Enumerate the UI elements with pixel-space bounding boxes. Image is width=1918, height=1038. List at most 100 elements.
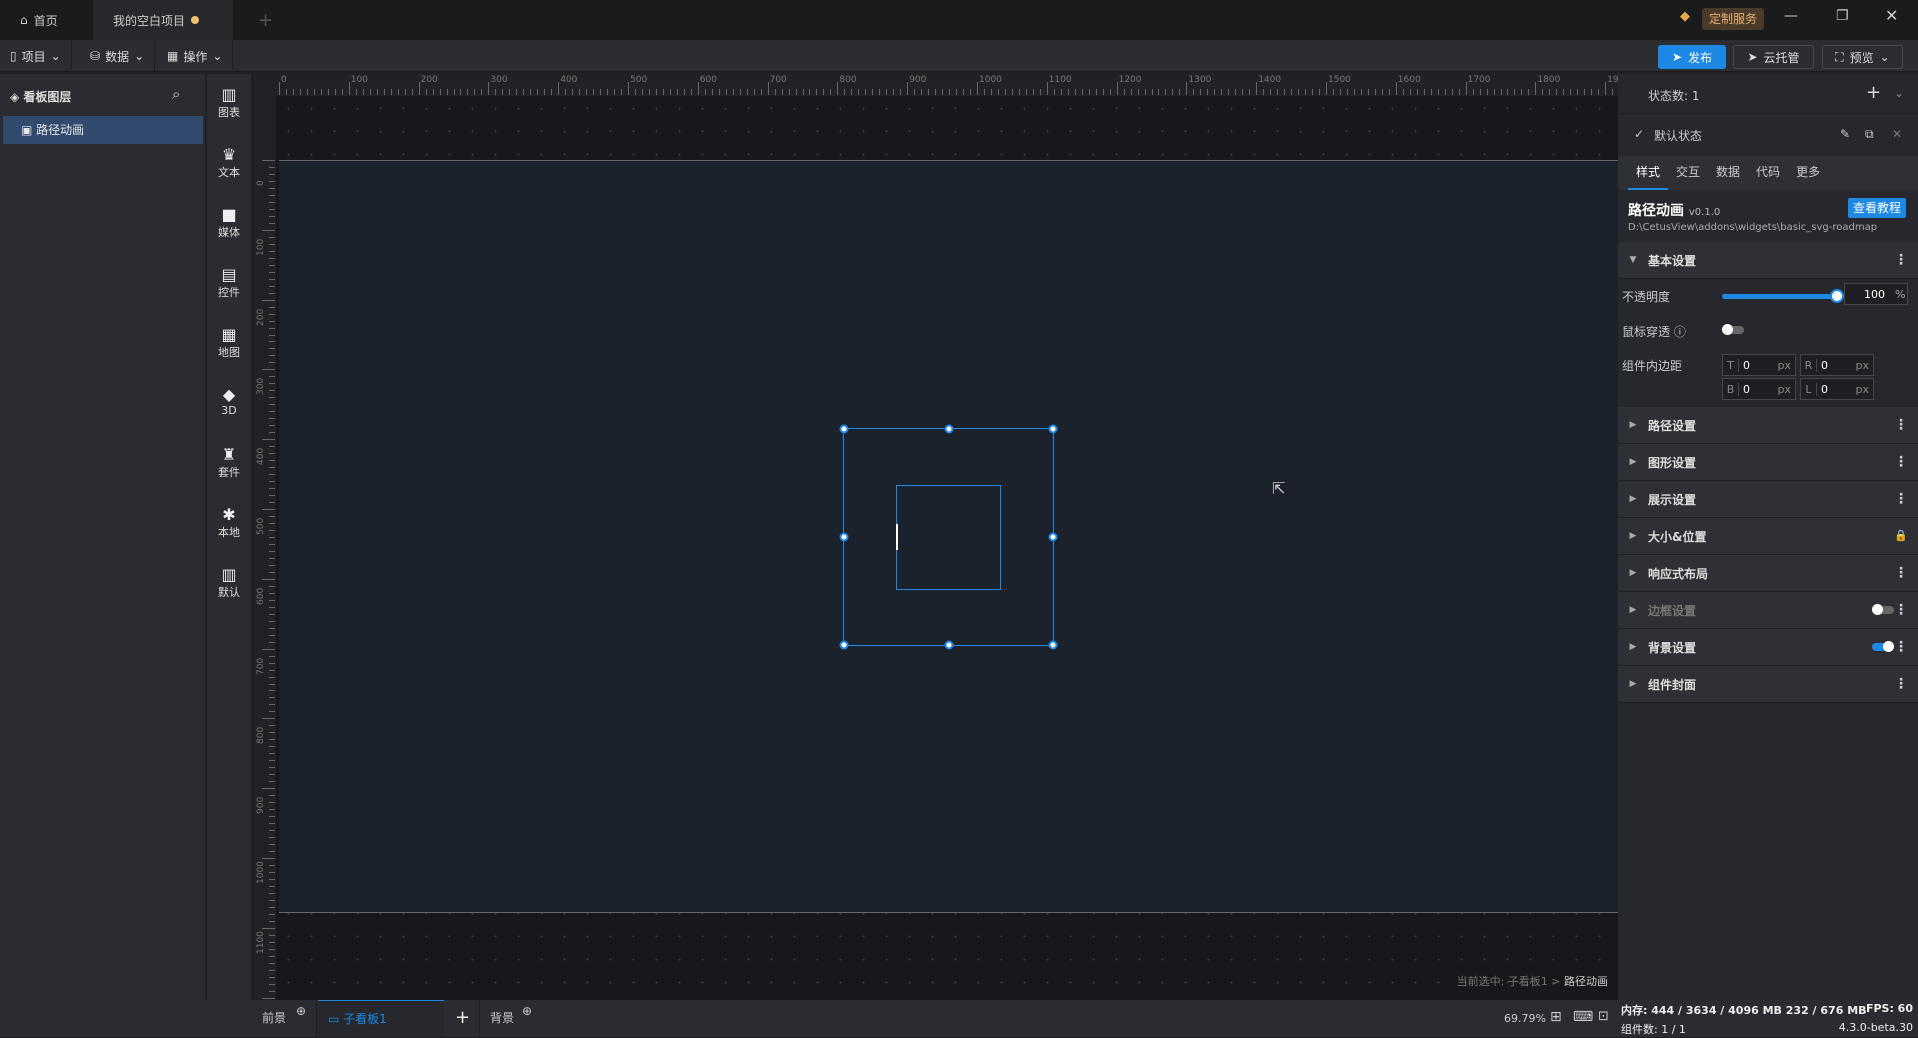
opacity-slider[interactable] xyxy=(1722,289,1844,303)
section-basic[interactable]: ▼ 基本设置 ⋮ xyxy=(1618,242,1918,279)
zoom-level[interactable]: 69.79% xyxy=(1504,1012,1546,1025)
restore-button[interactable]: ❐ xyxy=(1836,8,1849,24)
ruler-tick xyxy=(1053,89,1055,95)
add-circle-icon[interactable]: ⊕ xyxy=(296,993,306,1030)
lock-icon[interactable]: 🔒 xyxy=(1894,527,1908,545)
new-tab-button[interactable]: + xyxy=(238,0,293,40)
ruler-tick xyxy=(269,641,275,643)
tab-4[interactable]: 更多 xyxy=(1788,156,1828,190)
tab-home[interactable]: ⌂ 首页 xyxy=(0,0,93,40)
resize-handle[interactable] xyxy=(1048,424,1058,434)
palette-item-7[interactable]: ✱ 本地 xyxy=(207,506,251,540)
resize-handle[interactable] xyxy=(839,640,849,650)
palette-item-4[interactable]: ▦ 地图 xyxy=(207,326,251,360)
cloud-host-button[interactable]: ➤ 云托管 xyxy=(1733,45,1814,69)
selection-breadcrumb: 当前选中: 子看板1 > 路径动画 xyxy=(1456,975,1608,988)
close-button[interactable]: ✕ xyxy=(1885,6,1898,25)
more-icon[interactable]: ⋮ xyxy=(1894,251,1908,269)
horizontal-ruler[interactable]: 0 100 200 300 400 500 600 700 800 900 1000 1100 1200… xyxy=(254,74,1618,96)
padding-value: 0 xyxy=(1821,382,1828,396)
preview-button[interactable]: ⛶ 预览 ⌄ xyxy=(1822,45,1903,69)
resize-handle[interactable] xyxy=(1048,532,1058,542)
background-tab[interactable]: 背景 ⊕ xyxy=(479,1000,542,1037)
path-animation-widget[interactable] xyxy=(896,485,1001,590)
section-toggle[interactable] xyxy=(1872,604,1894,615)
palette-item-0[interactable]: ▥ 图表 xyxy=(207,86,251,120)
padding-b-input[interactable]: B 0 px xyxy=(1722,378,1796,400)
tab-2[interactable]: 数据 xyxy=(1708,156,1748,190)
section-7[interactable]: ▶ 组件封面 ⋮ xyxy=(1618,666,1918,703)
padding-key: B xyxy=(1723,382,1739,396)
more-icon[interactable]: ⋮ xyxy=(1894,564,1908,582)
palette-item-1[interactable]: ♛ 文本 xyxy=(207,146,251,180)
ruler-tick xyxy=(788,89,790,95)
ruler-tick xyxy=(593,89,595,95)
section-4[interactable]: ▶ 响应式布局 ⋮ xyxy=(1618,555,1918,592)
resize-handle[interactable] xyxy=(944,424,953,434)
palette-item-8[interactable]: ▥ 默认 xyxy=(207,566,251,600)
resize-handle[interactable] xyxy=(1048,640,1058,650)
ruler-tick xyxy=(1298,89,1300,95)
search-icon[interactable]: ⌕ xyxy=(172,85,180,103)
palette-item-2[interactable]: ■ 媒体 xyxy=(207,206,251,240)
layer-item[interactable]: ▣ 路径动画 xyxy=(3,116,203,144)
tab-1[interactable]: 交互 xyxy=(1668,156,1708,190)
tab-3[interactable]: 代码 xyxy=(1748,156,1788,190)
mouse-through-toggle[interactable] xyxy=(1722,324,1744,335)
edit-icon[interactable]: ✎ xyxy=(1840,127,1850,141)
padding-r-input[interactable]: R 0 px xyxy=(1800,354,1874,376)
fit-screen-icon[interactable]: ⊞ xyxy=(1550,1009,1562,1025)
publish-button[interactable]: ➤ 发布 xyxy=(1658,45,1726,69)
section-1[interactable]: ▶ 图形设置 ⋮ xyxy=(1618,444,1918,481)
chevron-down-icon[interactable]: ⌄ xyxy=(1894,86,1904,100)
more-icon[interactable]: ⋮ xyxy=(1894,638,1908,656)
resize-handle[interactable] xyxy=(944,640,953,650)
tutorial-button[interactable]: 查看教程 xyxy=(1848,198,1907,218)
padding-unit: px xyxy=(1855,382,1870,396)
more-icon[interactable]: ⋮ xyxy=(1894,601,1908,619)
custom-service-button[interactable]: 定制服务 xyxy=(1702,8,1765,30)
tab-project[interactable]: 我的空白项目 xyxy=(93,0,233,40)
palette-icon: ♜ xyxy=(221,445,237,464)
resize-handle[interactable] xyxy=(839,424,849,434)
keyboard-icon[interactable]: ⌨ xyxy=(1573,1009,1593,1025)
copy-icon[interactable]: ⧉ xyxy=(1865,127,1874,142)
menu-data[interactable]: ⛁ 数据 ⌄ xyxy=(80,40,156,72)
section-toggle[interactable] xyxy=(1872,641,1894,652)
tab-0[interactable]: 样式 xyxy=(1628,156,1669,190)
default-state-row[interactable]: ✓ 默认状态 ✎ ⧉ ✕ xyxy=(1618,115,1918,155)
opacity-input[interactable]: 100% xyxy=(1844,283,1908,305)
section-3[interactable]: ▶ 大小&位置 🔒 xyxy=(1618,518,1918,555)
foreground-tab[interactable]: 前景 ⊕ xyxy=(254,1000,317,1037)
ruler-tick xyxy=(269,585,275,587)
delete-icon[interactable]: ✕ xyxy=(1892,127,1902,141)
more-icon[interactable]: ⋮ xyxy=(1894,453,1908,471)
minimize-button[interactable]: — xyxy=(1784,8,1798,24)
section-2[interactable]: ▶ 展示设置 ⋮ xyxy=(1618,481,1918,518)
palette-item-6[interactable]: ♜ 套件 xyxy=(207,446,251,480)
ruler-tick xyxy=(579,89,581,95)
palette-item-5[interactable]: ◆ 3D xyxy=(207,386,251,418)
more-icon[interactable]: ⋮ xyxy=(1894,490,1908,508)
more-icon[interactable]: ⋮ xyxy=(1894,675,1908,693)
more-icon[interactable]: ⋮ xyxy=(1894,416,1908,434)
menu-operate[interactable]: ▦ 操作 ⌄ xyxy=(157,40,234,72)
padding-t-input[interactable]: T 0 px xyxy=(1722,354,1796,376)
board-tab[interactable]: ▭ 子看板1 xyxy=(318,1000,444,1037)
menu-project[interactable]: ▯ 项目 ⌄ xyxy=(0,40,72,72)
section-0[interactable]: ▶ 路径设置 ⋮ xyxy=(1618,407,1918,444)
add-circle-icon[interactable]: ⊕ xyxy=(522,993,532,1030)
padding-l-input[interactable]: L 0 px xyxy=(1800,378,1874,400)
canvas[interactable]: 0 100 200 300 400 500 600 700 800 900 1000 1100 1200… xyxy=(254,74,1618,1000)
selection-box[interactable] xyxy=(839,424,1058,650)
section-5[interactable]: ▶ 边框设置 ⋮ xyxy=(1618,592,1918,629)
ruler-tick xyxy=(269,453,275,455)
add-state-button[interactable]: + xyxy=(1866,82,1881,103)
palette-item-3[interactable]: ▤ 控件 xyxy=(207,266,251,300)
add-board-button[interactable]: + xyxy=(455,1007,470,1028)
vertical-ruler[interactable]: 0 100 200 300 400 500 600 700 800 900 1000 1100 xyxy=(254,74,276,1000)
terminal-icon[interactable]: ⊡ xyxy=(1598,1009,1609,1024)
ruler-tick xyxy=(269,655,275,657)
resize-handle[interactable] xyxy=(839,532,849,542)
section-6[interactable]: ▶ 背景设置 ⋮ xyxy=(1618,629,1918,666)
